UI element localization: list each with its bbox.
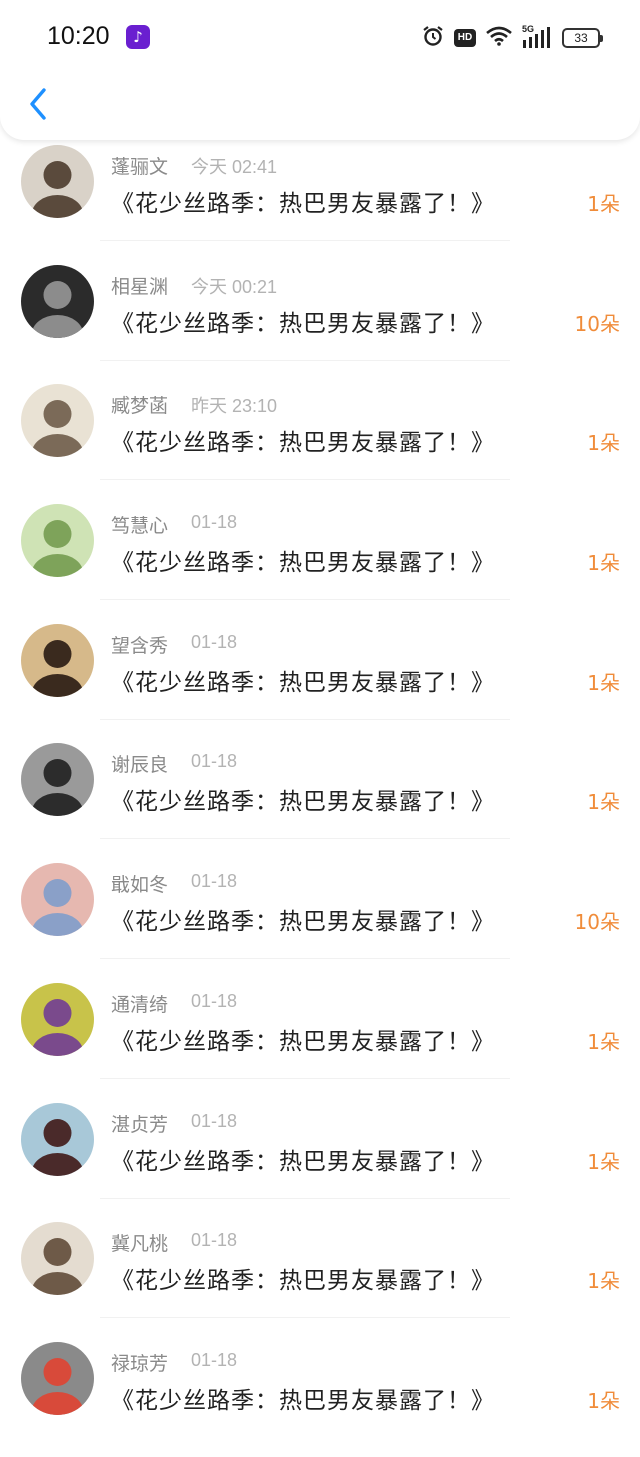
user-name: 戢如冬 xyxy=(111,874,169,897)
divider xyxy=(100,240,510,241)
item-title: 《花少丝路季：热巴男友暴露了！》 xyxy=(111,550,495,577)
item-title: 《花少丝路季：热巴男友暴露了！》 xyxy=(111,310,495,337)
avatar[interactable] xyxy=(21,982,94,1056)
timestamp: 01-18 xyxy=(191,1349,238,1370)
avatar[interactable] xyxy=(21,623,94,697)
item-title: 《花少丝路季：热巴男友暴露了！》 xyxy=(111,1387,495,1414)
avatar[interactable] xyxy=(21,1222,94,1296)
user-name: 笃慧心 xyxy=(111,515,169,538)
list-item[interactable]: 戢如冬 01-18 《花少丝路季：热巴男友暴露了！》 10朵 xyxy=(0,858,640,978)
list-item[interactable]: 冀凡桃 01-18 《花少丝路季：热巴男友暴露了！》 1朵 xyxy=(0,1217,640,1337)
status-bar: 10:20 ♪ HD 5G 33 xyxy=(0,0,640,76)
divider xyxy=(100,599,510,601)
flower-count: 1朵 xyxy=(587,431,620,456)
chevron-left-icon xyxy=(30,88,46,120)
user-name: 臧梦菡 xyxy=(111,395,169,418)
user-name: 禄琼芳 xyxy=(111,1352,169,1375)
list-item[interactable]: 相星渊 今天 00:21 《花少丝路季：热巴男友暴露了！》 10朵 xyxy=(0,260,640,380)
avatar[interactable] xyxy=(21,1341,94,1415)
flower-count: 10朵 xyxy=(574,910,620,935)
avatar[interactable] xyxy=(21,384,94,458)
avatar[interactable] xyxy=(21,145,94,218)
flower-count: 1朵 xyxy=(587,1388,620,1413)
user-name: 通清绮 xyxy=(111,993,169,1016)
signal-icon: 5G xyxy=(522,24,552,49)
status-icons: HD 5G 33 xyxy=(422,24,603,51)
divider xyxy=(100,718,510,720)
item-title: 《花少丝路季：热巴男友暴露了！》 xyxy=(111,430,495,457)
avatar[interactable] xyxy=(21,863,94,937)
flower-count: 1朵 xyxy=(587,192,620,216)
item-title: 《花少丝路季：热巴男友暴露了！》 xyxy=(111,789,495,816)
item-title: 《花少丝路季：热巴男友暴露了！》 xyxy=(111,191,495,217)
divider xyxy=(100,1077,510,1079)
divider xyxy=(100,359,510,361)
list-item[interactable]: 笃慧心 01-18 《花少丝路季：热巴男友暴露了！》 1朵 xyxy=(0,499,640,619)
flower-count: 1朵 xyxy=(587,551,620,576)
user-name: 谢辰良 xyxy=(111,754,169,777)
timestamp: 01-18 xyxy=(191,990,238,1011)
divider xyxy=(100,1197,510,1199)
timestamp: 昨天 23:10 xyxy=(191,396,278,417)
user-name: 蓬骊文 xyxy=(111,156,169,178)
flower-count: 1朵 xyxy=(587,1149,620,1174)
list-item[interactable]: 臧梦菡 昨天 23:10 《花少丝路季：热巴男友暴露了！》 1朵 xyxy=(0,379,640,499)
timestamp: 今天 02:41 xyxy=(191,157,278,177)
hd-badge: HD xyxy=(454,29,476,47)
gift-record-list: 蓬骊文 今天 02:41 《花少丝路季：热巴男友暴露了！》 1朵 相星渊 今天 … xyxy=(0,140,640,1457)
timestamp: 01-18 xyxy=(191,1230,238,1251)
divider xyxy=(100,1317,510,1319)
flower-count: 1朵 xyxy=(587,790,620,815)
list-item[interactable]: 望含秀 01-18 《花少丝路季：热巴男友暴露了！》 1朵 xyxy=(0,619,640,739)
timestamp: 01-18 xyxy=(191,512,238,533)
avatar[interactable] xyxy=(21,264,94,338)
flower-count: 1朵 xyxy=(587,1269,620,1294)
avatar[interactable] xyxy=(21,743,94,817)
flower-count: 1朵 xyxy=(587,670,620,695)
user-name: 相星渊 xyxy=(111,275,169,298)
item-title: 《花少丝路季：热巴男友暴露了！》 xyxy=(111,1148,495,1175)
timestamp: 01-18 xyxy=(191,871,238,892)
list-item[interactable]: 通清绮 01-18 《花少丝路季：热巴男友暴露了！》 1朵 xyxy=(0,978,640,1098)
item-title: 《花少丝路季：热巴男友暴露了！》 xyxy=(111,669,495,696)
item-title: 《花少丝路季：热巴男友暴露了！》 xyxy=(111,1028,495,1055)
timestamp: 01-18 xyxy=(191,631,238,652)
list-item[interactable]: 蓬骊文 今天 02:41 《花少丝路季：热巴男友暴露了！》 1朵 xyxy=(0,140,640,260)
list-item[interactable]: 湛贞芳 01-18 《花少丝路季：热巴男友暴露了！》 1朵 xyxy=(0,1098,640,1218)
divider xyxy=(100,838,510,840)
item-title: 《花少丝路季：热巴男友暴露了！》 xyxy=(111,1268,495,1295)
battery-icon: 33 xyxy=(562,28,603,48)
wifi-icon xyxy=(486,26,512,50)
alarm-icon xyxy=(422,25,444,51)
timestamp: 今天 00:21 xyxy=(191,276,278,297)
list-item[interactable]: 谢辰良 01-18 《花少丝路季：热巴男友暴露了！》 1朵 xyxy=(0,738,640,858)
tiktok-icon: ♪ xyxy=(126,25,150,49)
user-name: 冀凡桃 xyxy=(111,1233,169,1256)
divider xyxy=(100,958,510,960)
timestamp: 01-18 xyxy=(191,1110,238,1131)
flower-count: 1朵 xyxy=(587,1029,620,1054)
list-item[interactable]: 禄琼芳 01-18 《花少丝路季：热巴男友暴露了！》 1朵 xyxy=(0,1337,640,1457)
flower-count: 10朵 xyxy=(574,311,620,336)
avatar[interactable] xyxy=(21,504,94,578)
top-bar: 10:20 ♪ HD 5G 33 xyxy=(0,0,640,140)
status-time: 10:20 xyxy=(47,22,110,50)
avatar[interactable] xyxy=(21,1102,94,1176)
back-button[interactable] xyxy=(18,82,58,126)
item-title: 《花少丝路季：热巴男友暴露了！》 xyxy=(111,909,495,936)
user-name: 湛贞芳 xyxy=(111,1113,169,1136)
divider xyxy=(100,479,510,481)
timestamp: 01-18 xyxy=(191,751,238,772)
user-name: 望含秀 xyxy=(111,634,169,657)
